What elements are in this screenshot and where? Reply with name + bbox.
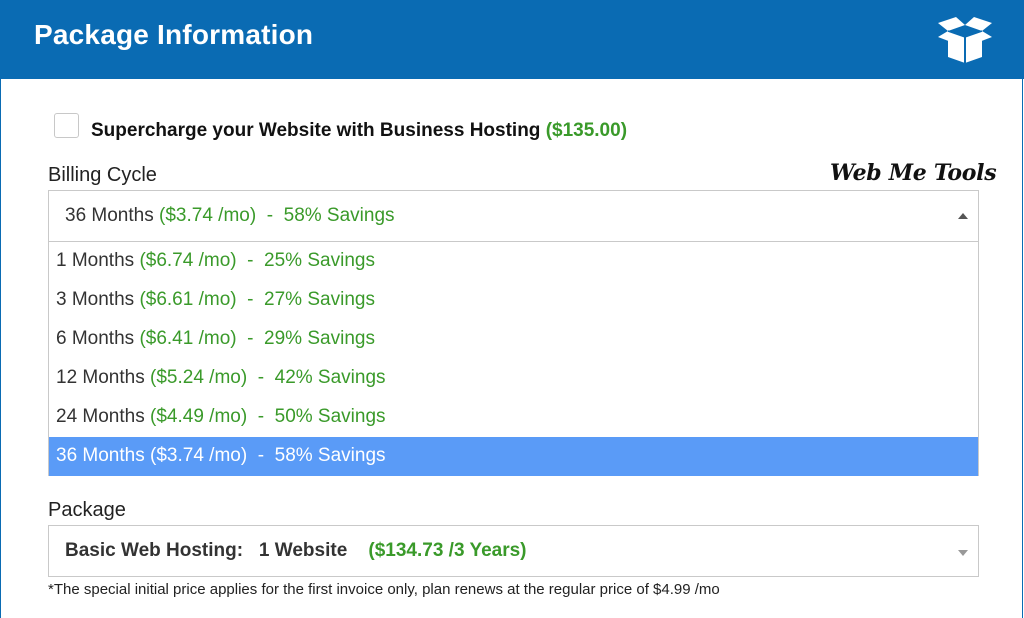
billing-option-12-months[interactable]: 12 Months ($5.24 /mo) - 42% Savings (49, 359, 978, 398)
pricing-footnote: *The special initial price applies for t… (48, 581, 720, 598)
caret-up-icon (958, 213, 968, 219)
billing-option-1-months[interactable]: 1 Months ($6.74 /mo) - 25% Savings (49, 242, 978, 281)
web-me-tools-watermark: Web Me Tools (830, 160, 997, 186)
open-box-icon (938, 17, 992, 63)
package-select[interactable]: Basic Web Hosting: 1 Website ($134.73 /3… (48, 525, 979, 577)
business-hosting-checkbox[interactable] (54, 113, 79, 138)
package-header: Package Information (0, 0, 1024, 79)
business-hosting-price: ($135.00) (545, 120, 628, 141)
billing-option-24-months[interactable]: 24 Months ($4.49 /mo) - 50% Savings (49, 398, 978, 437)
billing-option-36-months[interactable]: 36 Months ($3.74 /mo) - 58% Savings (49, 437, 978, 476)
business-hosting-label[interactable]: Supercharge your Website with Business H… (91, 120, 627, 142)
billing-cycle-options: 1 Months ($6.74 /mo) - 25% Savings 3 Mon… (48, 242, 979, 476)
package-selected-value: Basic Web Hosting: 1 Website ($134.73 /3… (65, 540, 527, 561)
package-label: Package (48, 499, 126, 521)
billing-option-3-months[interactable]: 3 Months ($6.61 /mo) - 27% Savings (49, 281, 978, 320)
billing-cycle-selected-value: 36 Months ($3.74 /mo) - 58% Savings (65, 205, 395, 226)
billing-option-6-months[interactable]: 6 Months ($6.41 /mo) - 29% Savings (49, 320, 978, 359)
billing-cycle-select[interactable]: 36 Months ($3.74 /mo) - 58% Savings (48, 190, 979, 242)
billing-cycle-label: Billing Cycle (48, 164, 157, 186)
chevron-down-icon (958, 550, 968, 556)
page-title: Package Information (34, 19, 314, 50)
